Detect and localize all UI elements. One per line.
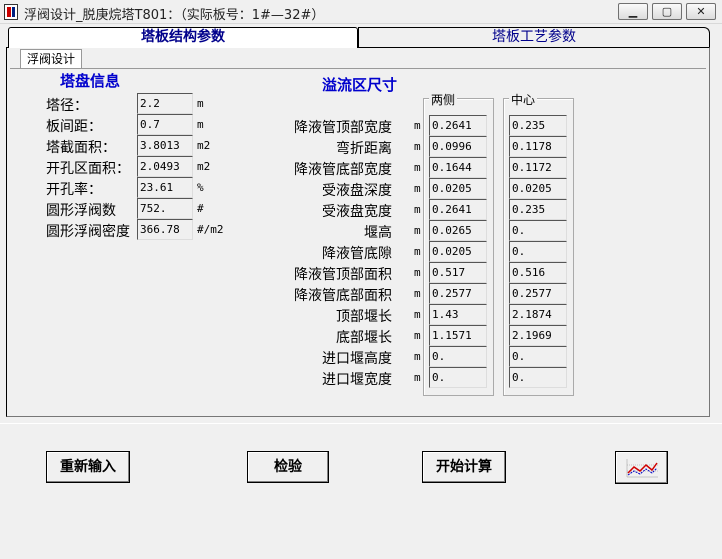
overflow-label: 弯折距离: [336, 141, 392, 157]
center-value-field[interactable]: 0.235: [509, 115, 567, 136]
overflow-unit: m: [414, 371, 421, 384]
overflow-unit: m: [414, 182, 421, 195]
overflow-unit: m: [414, 287, 421, 300]
center-value-field[interactable]: 0.1172: [509, 157, 567, 178]
tray-info-unit: %: [197, 181, 204, 194]
tray-info-label: 塔径：: [46, 98, 88, 114]
tray-info-value[interactable]: 23.61: [137, 177, 193, 198]
side-value-field[interactable]: 0.2641: [429, 199, 487, 220]
tray-info-value[interactable]: 0.7: [137, 114, 193, 135]
overflow-label: 堰高: [364, 225, 392, 241]
overflow-heading: 溢流区尺寸: [322, 76, 398, 94]
overflow-unit: m: [414, 266, 421, 279]
overflow-label: 进口堰宽度: [322, 372, 392, 388]
overflow-label: 底部堰长: [336, 330, 392, 346]
tray-info-unit: m: [197, 118, 204, 131]
tray-info-label: 开孔区面积：: [46, 161, 130, 177]
overflow-label: 降液管底部面积: [294, 288, 392, 304]
side-value-field[interactable]: 0.517: [429, 262, 487, 283]
overflow-unit: m: [414, 161, 421, 174]
overflow-label: 受液盘宽度: [322, 204, 392, 220]
overflow-unit: m: [414, 119, 421, 132]
overflow-label: 降液管底隙: [322, 246, 392, 262]
tray-info-label: 圆形浮阀密度: [46, 224, 130, 240]
center-value-field[interactable]: 0.: [509, 346, 567, 367]
overflow-unit: m: [414, 245, 421, 258]
side-value-field[interactable]: 0.1644: [429, 157, 487, 178]
close-button[interactable]: ✕: [686, 3, 716, 20]
center-value-field[interactable]: 0.: [509, 220, 567, 241]
side-value-field[interactable]: 0.0996: [429, 136, 487, 157]
overflow-unit: m: [414, 350, 421, 363]
chart-button[interactable]: [615, 451, 668, 484]
tray-info-unit: m: [197, 97, 204, 110]
app-icon: [4, 4, 18, 20]
side-value-field[interactable]: 0.2641: [429, 115, 487, 136]
side-value-field[interactable]: 1.1571: [429, 325, 487, 346]
overflow-unit: m: [414, 140, 421, 153]
calculate-button[interactable]: 开始计算: [422, 451, 506, 483]
center-value-field[interactable]: 0.: [509, 241, 567, 262]
side-value-field[interactable]: 1.43: [429, 304, 487, 325]
reset-button[interactable]: 重新输入: [46, 451, 130, 483]
tab-tray-process[interactable]: 塔板工艺参数: [358, 27, 710, 47]
overflow-label: 降液管底部宽度: [294, 162, 392, 178]
panel-separator: [0, 423, 722, 424]
center-value-field[interactable]: 0.235: [509, 199, 567, 220]
side-column-header: 两侧: [429, 91, 458, 108]
center-value-field[interactable]: 2.1969: [509, 325, 567, 346]
tab-tray-structure[interactable]: 塔板结构参数: [8, 27, 358, 48]
tray-info-value[interactable]: 3.8013: [137, 135, 193, 156]
center-value-field[interactable]: 0.516: [509, 262, 567, 283]
tray-info-value[interactable]: 366.78: [137, 219, 193, 240]
window-title: 浮阀设计_脱庚烷塔T801：（实际板号：1#—32#）: [24, 8, 325, 23]
center-value-field[interactable]: 2.1874: [509, 304, 567, 325]
side-value-field[interactable]: 0.0205: [429, 178, 487, 199]
center-value-field[interactable]: 0.2577: [509, 283, 567, 304]
overflow-label: 受液盘深度: [322, 183, 392, 199]
tray-info-unit: #/m2: [197, 223, 224, 236]
tray-info-value[interactable]: 2.2: [137, 93, 193, 114]
overflow-label: 顶部堰长: [336, 309, 392, 325]
tray-info-unit: #: [197, 202, 204, 215]
tray-info-label: 塔截面积：: [46, 140, 116, 156]
overflow-label: 进口堰高度: [322, 351, 392, 367]
restore-button[interactable]: ▢: [652, 3, 682, 20]
overflow-label: 降液管顶部面积: [294, 267, 392, 283]
subtab-float-valve[interactable]: 浮阀设计: [20, 49, 83, 68]
subtab-divider: [10, 68, 706, 69]
side-value-field[interactable]: 0.0205: [429, 241, 487, 262]
tray-info-heading: 塔盘信息: [60, 72, 121, 90]
tray-info-label: 开孔率：: [46, 182, 102, 198]
center-value-field[interactable]: 0.1178: [509, 136, 567, 157]
center-value-field[interactable]: 0.0205: [509, 178, 567, 199]
check-button[interactable]: 检验: [247, 451, 329, 483]
center-value-field[interactable]: 0.: [509, 367, 567, 388]
tray-info-unit: m2: [197, 160, 211, 173]
tray-info-label: 圆形浮阀数: [46, 203, 116, 219]
side-value-field[interactable]: 0.0265: [429, 220, 487, 241]
overflow-unit: m: [414, 224, 421, 237]
overflow-unit: m: [414, 329, 421, 342]
overflow-unit: m: [414, 203, 421, 216]
overflow-label: 降液管顶部宽度: [294, 120, 392, 136]
side-value-field[interactable]: 0.2577: [429, 283, 487, 304]
side-value-field[interactable]: 0.: [429, 346, 487, 367]
tray-info-label: 板间距：: [46, 119, 102, 135]
line-chart-icon: [626, 459, 658, 478]
tray-info-value[interactable]: 2.0493: [137, 156, 193, 177]
tray-info-unit: m2: [197, 139, 211, 152]
tray-info-value[interactable]: 752.: [137, 198, 193, 219]
center-column-header: 中心: [509, 91, 538, 108]
side-value-field[interactable]: 0.: [429, 367, 487, 388]
minimize-button[interactable]: ▁: [618, 3, 648, 20]
overflow-unit: m: [414, 308, 421, 321]
